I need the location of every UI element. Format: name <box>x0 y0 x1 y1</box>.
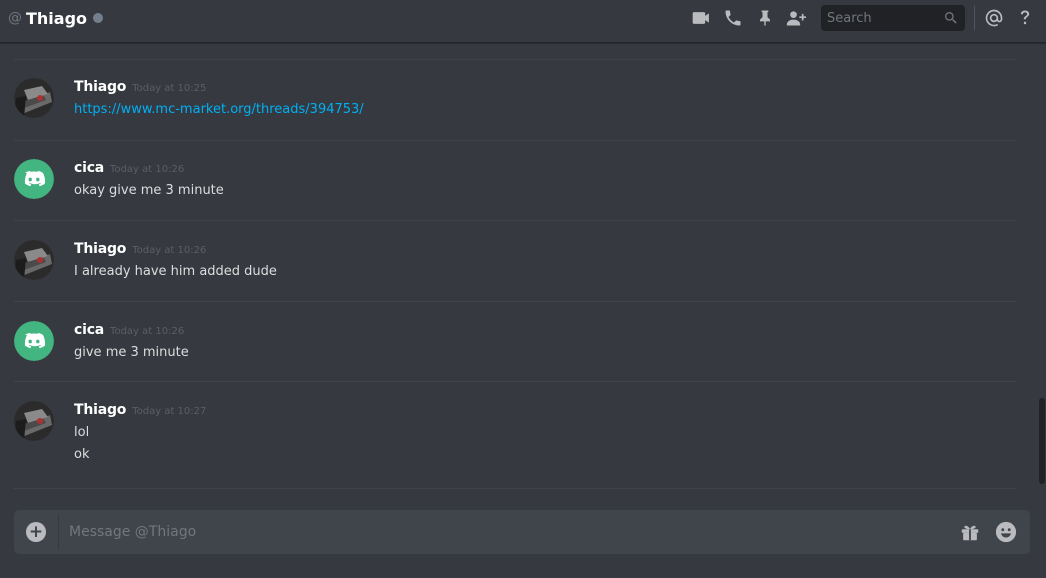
message-author[interactable]: Thiago <box>74 241 126 257</box>
channel-header: @ Thiago Search <box>0 0 1046 43</box>
message-text: lol <box>74 425 90 440</box>
message-group: Thiago Today at 10:26 I already have him… <box>14 240 1016 302</box>
message-group: cica Today at 10:26 give me 3 minute <box>14 321 1016 382</box>
message-author[interactable]: Thiago <box>74 79 126 95</box>
at-icon: @ <box>8 10 22 26</box>
message-group: cica Today at 10:26 okay give me 3 minut… <box>14 159 1016 221</box>
add-friend-icon[interactable] <box>785 7 807 29</box>
message-author[interactable]: cica <box>74 160 104 176</box>
message-composer: + Message @Thiago <box>14 510 1030 554</box>
message-input[interactable]: Message @Thiago <box>69 510 196 554</box>
message-timestamp: Today at 10:27 <box>132 406 207 417</box>
video-call-icon[interactable] <box>690 7 712 29</box>
message-header: cica Today at 10:26 <box>74 160 184 176</box>
search-input[interactable]: Search <box>821 5 965 31</box>
offline-status-icon <box>93 13 104 23</box>
composer-divider <box>58 514 59 550</box>
user-avatar[interactable] <box>14 78 54 118</box>
voice-call-icon[interactable] <box>722 7 744 29</box>
message-text: I already have him added dude <box>74 264 277 279</box>
pin-icon[interactable] <box>754 7 776 29</box>
message-timestamp: Today at 10:25 <box>132 83 207 94</box>
user-avatar[interactable] <box>14 401 54 441</box>
search-placeholder: Search <box>827 10 872 26</box>
user-avatar[interactable] <box>14 240 54 280</box>
header-left: @ Thiago <box>8 0 104 36</box>
search-icon <box>943 10 959 26</box>
add-attachment-icon[interactable]: + <box>26 522 46 542</box>
message-author[interactable]: Thiago <box>74 402 126 418</box>
message-header: Thiago Today at 10:25 <box>74 79 206 95</box>
message-group: Thiago Today at 10:25 https://www.mc-mar… <box>14 78 1016 141</box>
mentions-icon[interactable] <box>983 7 1005 29</box>
message-author[interactable]: cica <box>74 322 104 338</box>
message-header: cica Today at 10:26 <box>74 322 184 338</box>
header-divider <box>974 6 975 30</box>
message-timestamp: Today at 10:26 <box>110 326 185 337</box>
add-attachment-symbol: + <box>28 522 44 542</box>
discord-default-avatar[interactable] <box>14 159 54 199</box>
message-group: Thiago Today at 10:27 lol ok <box>14 401 1016 489</box>
discord-default-avatar[interactable] <box>14 321 54 361</box>
message-text: give me 3 minute <box>74 345 189 360</box>
message-list[interactable]: Thiago Today at 10:25 https://www.mc-mar… <box>0 43 1030 498</box>
message-text: okay give me 3 minute <box>74 183 224 198</box>
message-link[interactable]: https://www.mc-market.org/threads/394753… <box>74 102 364 117</box>
message-header: Thiago Today at 10:26 <box>74 241 206 257</box>
message-header: Thiago Today at 10:27 <box>74 402 206 418</box>
message-text: ok <box>74 447 90 462</box>
message-timestamp: Today at 10:26 <box>132 245 207 256</box>
gift-icon[interactable] <box>959 521 981 543</box>
dm-recipient-name[interactable]: Thiago <box>26 9 87 28</box>
help-icon[interactable] <box>1014 7 1036 29</box>
scrollbar-thumb[interactable] <box>1039 398 1045 484</box>
message-timestamp: Today at 10:26 <box>110 164 185 175</box>
message-divider <box>14 59 1016 60</box>
emoji-icon[interactable] <box>995 521 1017 543</box>
